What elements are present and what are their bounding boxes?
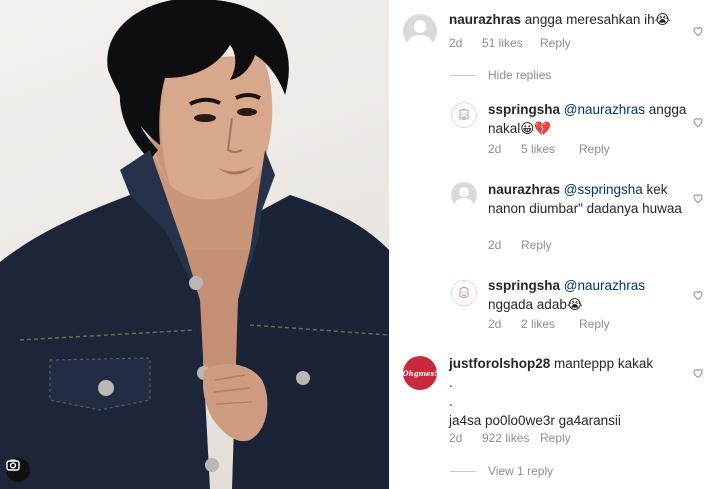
heart-icon[interactable] — [692, 192, 704, 204]
heart-icon[interactable] — [692, 25, 704, 37]
comment-line: . — [449, 394, 453, 409]
comment-likes[interactable]: 922 likes — [482, 431, 540, 445]
hide-replies-button[interactable]: Hide replies — [449, 68, 551, 82]
reply-button[interactable]: Reply — [579, 317, 610, 331]
comment-text: naurazhras angga meresahkan ih😭 — [449, 10, 689, 29]
reply-button[interactable]: Reply — [540, 36, 571, 50]
avatar[interactable] — [451, 102, 477, 128]
comment-body: nggada adab😭 — [488, 297, 583, 312]
mention-link[interactable]: @naurazhras — [564, 102, 645, 117]
post-photo — [0, 0, 389, 489]
avatar[interactable] — [451, 182, 477, 208]
avatar-label: Ohgmes! — [403, 368, 437, 378]
avatar[interactable] — [403, 14, 437, 48]
comment-time[interactable]: 2d — [449, 431, 482, 445]
comment-meta: 2d Reply — [488, 238, 552, 252]
avatar[interactable] — [451, 280, 477, 306]
comment-likes[interactable]: 2 likes — [521, 317, 579, 331]
comment-meta: 2d 2 likes Reply — [488, 317, 610, 331]
comment-time[interactable]: 2d — [449, 36, 482, 50]
comment-body: manteppp kakak — [554, 356, 654, 371]
reply-button[interactable]: Reply — [521, 238, 552, 252]
reply-button[interactable]: Reply — [540, 431, 571, 445]
heart-icon[interactable] — [692, 116, 704, 128]
comment-time[interactable]: 2d — [488, 238, 521, 252]
comment-likes[interactable]: 5 likes — [521, 142, 579, 156]
comments-panel: naurazhras angga meresahkan ih😭 2d 51 li… — [389, 0, 720, 489]
comment-username[interactable]: sspringsha — [488, 278, 560, 293]
comment-line: ja4sa po0lo0we3r ga4aransii — [449, 413, 621, 428]
portrait-illustration — [0, 0, 389, 489]
comment-likes[interactable]: 51 likes — [482, 36, 540, 50]
comment-meta: 2d 922 likes Reply — [449, 431, 571, 445]
camera-icon[interactable] — [6, 458, 30, 482]
comment-text: sspringsha @naurazhras angga nakal😀💔 — [488, 100, 688, 138]
comment-text: naurazhras @sspringsha kek nanon diumbar… — [488, 180, 688, 218]
reply-button[interactable]: Reply — [579, 142, 610, 156]
comment-body: angga meresahkan ih😭 — [524, 12, 671, 27]
mention-link[interactable]: @sspringsha — [564, 182, 643, 197]
comment-meta: 2d 51 likes Reply — [449, 36, 571, 50]
avatar[interactable]: Ohgmes! — [403, 356, 437, 390]
comment-username[interactable]: sspringsha — [488, 102, 560, 117]
comment-username[interactable]: naurazhras — [449, 12, 521, 27]
comment-text: sspringsha @naurazhras nggada adab😭 — [488, 276, 688, 314]
comment-meta: 2d 5 likes Reply — [488, 142, 610, 156]
comment-username[interactable]: naurazhras — [488, 182, 560, 197]
comment-time[interactable]: 2d — [488, 142, 521, 156]
comment-text: justforolshop28 manteppp kakak . . ja4sa… — [449, 354, 689, 430]
comment-username[interactable]: justforolshop28 — [449, 356, 550, 371]
heart-icon[interactable] — [692, 367, 704, 379]
view-replies-button[interactable]: View 1 reply — [449, 464, 553, 478]
heart-icon[interactable] — [692, 289, 704, 301]
mention-link[interactable]: @naurazhras — [564, 278, 645, 293]
comment-time[interactable]: 2d — [488, 317, 521, 331]
comment-line: . — [449, 375, 453, 390]
